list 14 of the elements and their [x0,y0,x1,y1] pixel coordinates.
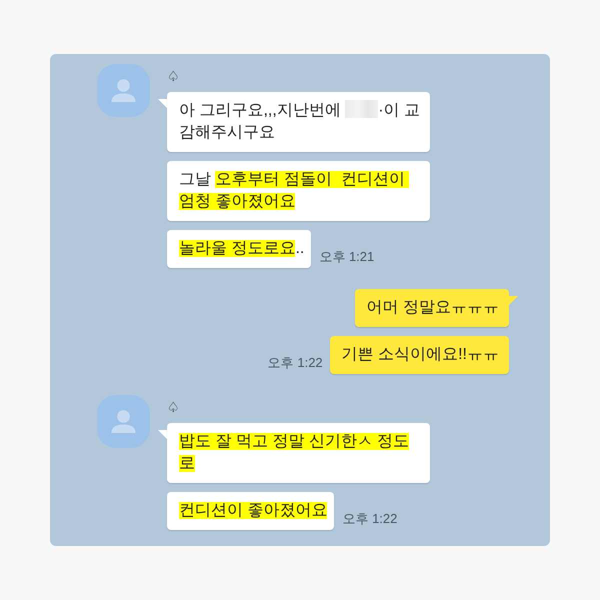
avatar-icon[interactable] [97,64,150,117]
message-time: 오후 1:21 [319,249,374,265]
message-text: 기쁜 소식이에요!!ㅠㅠ [342,345,499,365]
message-text: 놀라울 정도로요.. [179,239,304,259]
sender-name: ♤ [167,67,180,86]
sender-name: ♤ [167,398,180,417]
message-text: 어머 정말요ㅠㅠㅠ [366,298,499,318]
message-text: 컨디션이 좋아졌어요 [179,501,328,521]
message-time: 오후 1:22 [268,355,323,371]
avatar-icon[interactable] [97,395,150,448]
message-text: 밥도 잘 먹고 정말 신기한ㅅ 정도로 [179,432,410,474]
message-time: 오후 1:22 [342,511,398,527]
message-text: 아 그리구요,,,지난번에 ·이 교감해주시구요 [179,100,422,143]
redacted-block [345,100,378,118]
